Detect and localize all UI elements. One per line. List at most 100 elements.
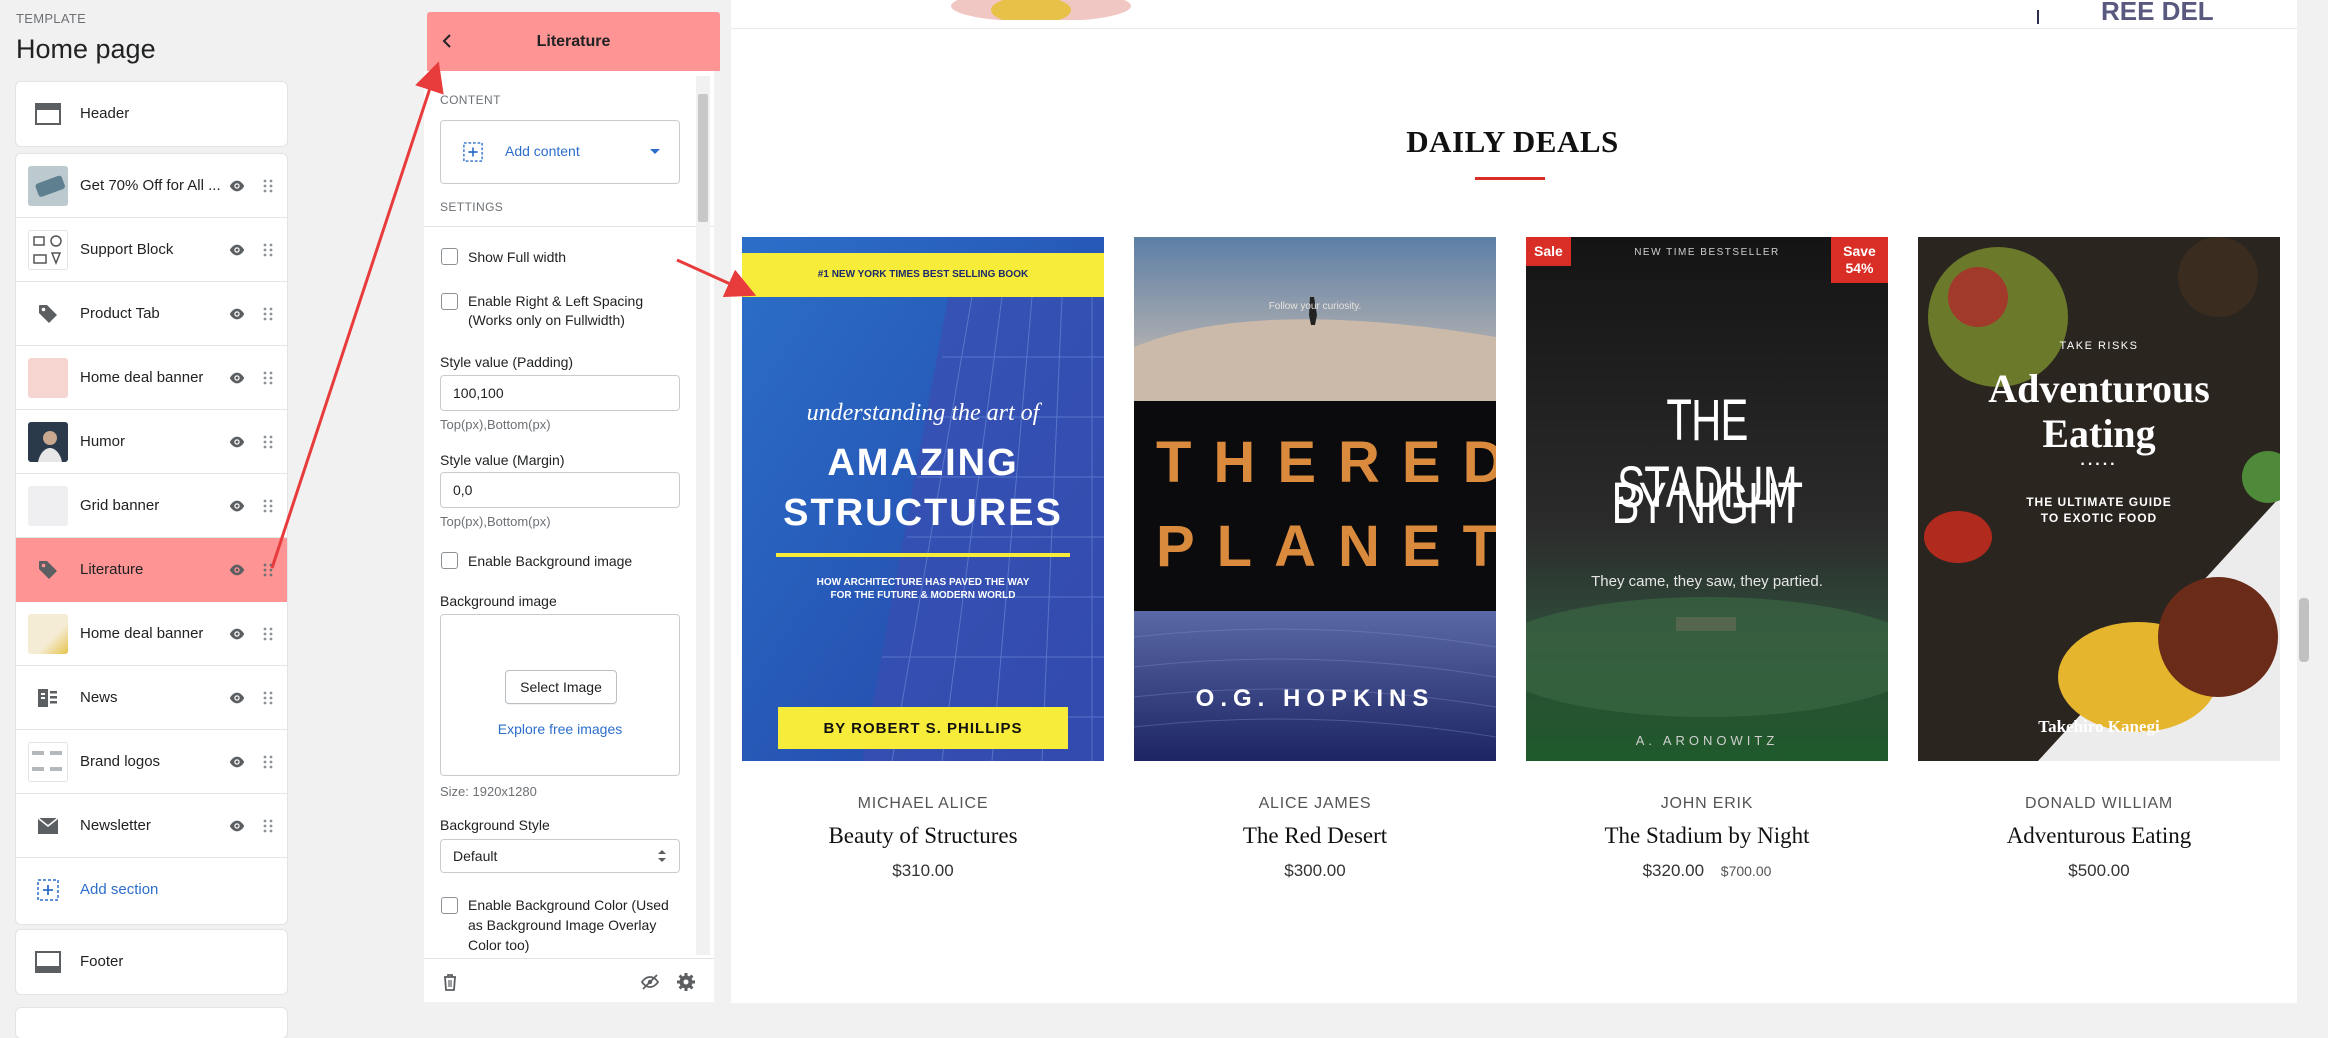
margin-label: Style value (Margin) — [440, 452, 565, 468]
sidebar-item-home-deal-banner[interactable]: Home deal banner — [16, 346, 287, 410]
select-arrows-icon — [658, 850, 666, 862]
cover-top-text: TAKE RISKS — [2059, 340, 2139, 352]
enable-bg-color-checkbox[interactable] — [441, 897, 458, 914]
eye-icon[interactable] — [228, 625, 246, 643]
cover-sub-1: THE ULTIMATE GUIDE — [2026, 495, 2172, 509]
hide-eye-icon[interactable] — [640, 972, 660, 992]
drag-handle-icon[interactable] — [262, 689, 274, 707]
cover-line-3: STRUCTURES — [783, 492, 1063, 534]
eye-icon[interactable] — [228, 497, 246, 515]
add-content-dropdown[interactable]: Add content — [440, 120, 680, 184]
margin-input[interactable]: 0,0 — [440, 472, 680, 508]
panel-title: Literature — [536, 32, 611, 50]
header-section[interactable]: Header — [16, 82, 287, 146]
add-section-button[interactable]: Add section — [16, 858, 287, 922]
sidebar-item-news[interactable]: News — [16, 666, 287, 730]
drag-handle-icon[interactable] — [262, 497, 274, 515]
drag-handle-icon[interactable] — [262, 241, 274, 259]
enable-spacing-note: (Works only on Fullwidth) — [468, 312, 625, 328]
sidebar-item-footer[interactable]: Footer — [16, 930, 287, 994]
divider — [424, 226, 714, 227]
cover-sub-2: FOR THE FUTURE & MODERN WORLD — [830, 590, 1016, 601]
padding-value: 100,100 — [453, 385, 504, 401]
enable-bg-image-checkbox[interactable] — [441, 552, 458, 569]
eye-icon[interactable] — [228, 561, 246, 579]
select-image-button[interactable]: Select Image — [505, 670, 617, 704]
drag-handle-icon[interactable] — [262, 305, 274, 323]
sidebar-item-label: Footer — [80, 953, 124, 970]
footer-layout-icon — [28, 942, 68, 982]
drag-handle-icon[interactable] — [262, 625, 274, 643]
eye-icon[interactable] — [228, 177, 246, 195]
cover-title-2: BY NIGHT — [1611, 471, 1803, 536]
preview-scrollbar[interactable] — [2297, 0, 2317, 1017]
sidebar-item-label: Header — [80, 105, 130, 122]
product-image-2[interactable]: Follow your curiosity. THERED PLANET O.G… — [1134, 237, 1496, 761]
footer-section[interactable]: Footer — [16, 930, 287, 994]
sidebar-item-header[interactable]: Header — [16, 82, 287, 146]
bg-style-select[interactable]: Default — [440, 839, 680, 873]
sidebar-item-grid-banner[interactable]: Grid banner — [16, 474, 287, 538]
padding-input[interactable]: 100,100 — [440, 375, 680, 411]
back-arrow-icon[interactable] — [439, 32, 457, 50]
eye-icon[interactable] — [228, 753, 246, 771]
sidebar-item-newsletter[interactable]: Newsletter — [16, 794, 287, 858]
sidebar-item-product-tab[interactable]: Product Tab — [16, 282, 287, 346]
explore-free-images-link[interactable]: Explore free images — [441, 721, 679, 737]
previous-banner-edge: REE DEL — [731, 0, 2297, 28]
show-full-width-checkbox[interactable] — [441, 248, 458, 265]
preview-scrollbar-thumb[interactable] — [2299, 598, 2309, 662]
product-price-3: $320.00 — [1642, 861, 1705, 880]
sidebar-item-label: Support Block — [80, 241, 174, 258]
sidebar-item-label: Brand logos — [80, 753, 161, 770]
drag-handle-icon[interactable] — [262, 177, 274, 195]
save-badge-line-2: 54% — [1845, 260, 1874, 276]
trash-icon[interactable] — [442, 973, 458, 991]
drag-handle-icon[interactable] — [262, 369, 274, 387]
eye-icon[interactable] — [228, 369, 246, 387]
eye-icon[interactable] — [228, 305, 246, 323]
eye-icon[interactable] — [228, 817, 246, 835]
header-layout-icon — [28, 94, 68, 134]
cover-line-1: understanding the art of — [806, 400, 1040, 426]
size-note: Size: 1920x1280 — [440, 784, 537, 799]
product-author-3: JOHN ERIK — [1660, 795, 1754, 812]
cover-title-2: Eating — [2042, 411, 2156, 456]
sidebar-item-literature[interactable]: Literature — [16, 538, 287, 602]
sidebar-item-brand-logos[interactable]: Brand logos — [16, 730, 287, 794]
sidebar-item-label: Humor — [80, 433, 126, 450]
eye-icon[interactable] — [228, 689, 246, 707]
drag-handle-icon[interactable] — [262, 753, 274, 771]
sidebar-item-label: Product Tab — [80, 305, 160, 322]
sidebar-item-label: News — [80, 689, 118, 706]
product-author-2: ALICE JAMES — [1258, 795, 1372, 812]
panel-scrollbar[interactable] — [696, 76, 710, 955]
sidebar-item-support-block[interactable]: Support Block — [16, 218, 287, 282]
envelope-icon — [28, 806, 68, 846]
enable-spacing-checkbox[interactable] — [441, 293, 458, 310]
product-title-4[interactable]: Adventurous Eating — [1918, 823, 2280, 849]
gear-icon[interactable] — [676, 972, 696, 992]
margin-value: 0,0 — [453, 482, 473, 498]
product-title-3[interactable]: The Stadium by Night — [1526, 823, 1888, 849]
enable-spacing-label: Enable Right & Left Spacing — [468, 293, 644, 309]
eye-icon[interactable] — [228, 433, 246, 451]
product-image-3[interactable]: Sale Save 54% NEW TIME BESTSELLER THE ST… — [1526, 237, 1888, 761]
product-price-4: $500.00 — [2068, 861, 2130, 880]
eye-icon[interactable] — [228, 241, 246, 259]
panel-scrollbar-thumb[interactable] — [698, 94, 708, 222]
drag-handle-icon[interactable] — [262, 817, 274, 835]
product-image-1[interactable]: #1 NEW YORK TIMES BEST SELLING BOOK unde… — [742, 237, 1104, 761]
product-image-4[interactable]: TAKE RISKS Adventurous Eating ..... THE … — [1918, 237, 2280, 761]
drag-handle-icon[interactable] — [262, 433, 274, 451]
cover-tagline: Follow your curiosity. — [1268, 301, 1362, 312]
sidebar-item-humor[interactable]: Humor — [16, 410, 287, 474]
sidebar-item-promo-banner[interactable]: Get 70% Off for All ... — [16, 154, 287, 218]
drag-handle-icon[interactable] — [262, 561, 274, 579]
next-section-stub — [16, 1008, 287, 1038]
product-title-1[interactable]: Beauty of Structures — [742, 823, 1104, 849]
sidebar-item-home-deal-banner-2[interactable]: Home deal banner — [16, 602, 287, 666]
cover-author: O.G. HOPKINS — [1195, 685, 1435, 712]
cover-tagline: They came, they saw, they partied. — [1591, 573, 1823, 590]
product-title-2[interactable]: The Red Desert — [1134, 823, 1496, 849]
